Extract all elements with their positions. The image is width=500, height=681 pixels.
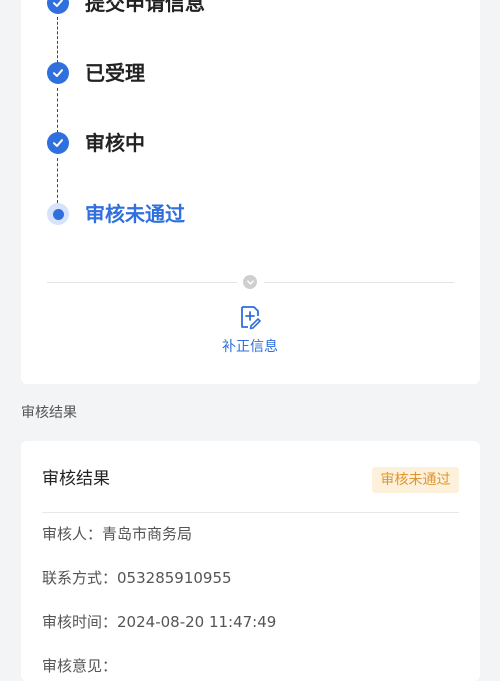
reviewer-label: 审核人：	[42, 525, 103, 543]
review-opinion-label: 审核意见：	[42, 657, 118, 675]
check-icon	[47, 132, 69, 154]
timeline-connector	[57, 17, 58, 63]
status-badge: 审核未通过	[372, 467, 459, 493]
divider	[42, 512, 459, 513]
review-opinion-row: 审核意见：	[42, 655, 117, 677]
contact-row: 联系方式：053285910955	[42, 567, 232, 589]
step-label: 审核未通过	[85, 202, 185, 226]
timeline-step-rejected: 审核未通过	[47, 199, 347, 229]
step-label: 审核中	[85, 131, 145, 155]
contact-value[interactable]: 053285910955	[117, 569, 232, 587]
step-label: 提交申请信息	[85, 0, 205, 15]
step-label: 已受理	[85, 61, 145, 85]
check-icon	[47, 0, 69, 14]
timeline-step-accepted: 已受理	[47, 58, 347, 88]
review-time-value: 2024-08-20 11:47:49	[117, 613, 277, 631]
divider	[47, 282, 237, 283]
timeline-connector	[57, 158, 58, 203]
section-title: 审核结果	[21, 405, 77, 421]
supplement-info-button[interactable]: 补正信息	[210, 304, 290, 356]
review-time-row: 审核时间：2024-08-20 11:47:49	[42, 611, 276, 633]
current-step-dot-icon	[47, 203, 69, 225]
timeline-step-reviewing: 审核中	[47, 128, 347, 158]
review-time-label: 审核时间：	[42, 613, 118, 631]
timeline-connector	[57, 88, 58, 133]
result-card-title: 审核结果	[42, 469, 110, 489]
reviewer-row: 审核人：青岛市商务局	[42, 523, 192, 545]
reviewer-value: 青岛市商务局	[102, 525, 193, 543]
timeline-step-submitted: 提交申请信息	[47, 0, 347, 18]
divider	[264, 282, 454, 283]
contact-label: 联系方式：	[42, 569, 118, 587]
edit-document-icon	[241, 306, 261, 330]
check-icon	[47, 62, 69, 84]
supplement-info-label: 补正信息	[222, 339, 278, 355]
chevron-down-icon[interactable]	[243, 275, 257, 289]
